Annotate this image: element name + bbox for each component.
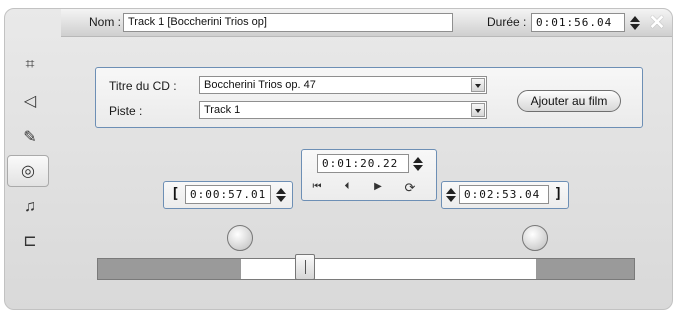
- step-back-icon[interactable]: ⏴: [340, 181, 354, 192]
- go-to-start-icon[interactable]: ⏮: [310, 181, 324, 192]
- out-point-field[interactable]: 0:02:53.04: [459, 185, 549, 204]
- spin-up-icon[interactable]: [446, 188, 456, 194]
- track-label: Piste :: [109, 104, 143, 118]
- in-point-field[interactable]: 0:00:57.01: [185, 185, 271, 204]
- title-bar: Nom : Track 1 [Boccherini Trios op] Duré…: [61, 9, 672, 37]
- out-point-spinner[interactable]: [445, 185, 457, 205]
- duration-field[interactable]: 0:01:56.04: [531, 13, 625, 32]
- plugin-icon: ⊏: [23, 233, 37, 250]
- cd-audio-panel: Nom : Track 1 [Boccherini Trios op] Duré…: [4, 8, 673, 310]
- track-value: Track 1: [204, 104, 241, 116]
- sidebar-item-music[interactable]: ♫: [13, 191, 47, 223]
- sidebar-item-video[interactable]: ⌗: [13, 49, 47, 81]
- sidebar-item-audio[interactable]: ◁: [13, 85, 47, 117]
- spin-up-icon[interactable]: [276, 188, 286, 194]
- playhead-thumb[interactable]: [294, 254, 315, 280]
- play-icon[interactable]: ▶: [371, 181, 385, 192]
- spin-up-icon[interactable]: [630, 16, 640, 22]
- current-time-field[interactable]: 0:01:20.22: [317, 154, 409, 173]
- out-point-handle[interactable]: [522, 225, 549, 251]
- sidebar-item-title[interactable]: ✎: [13, 121, 47, 153]
- in-point-handle[interactable]: [226, 225, 253, 251]
- trim-scrubber[interactable]: [97, 258, 635, 280]
- loop-icon[interactable]: ⟳: [403, 180, 417, 196]
- name-label: Nom :: [89, 15, 122, 29]
- chevron-down-icon[interactable]: [471, 78, 485, 92]
- out-bracket-icon: ]: [554, 186, 563, 202]
- spin-up-icon[interactable]: [413, 157, 423, 163]
- name-field[interactable]: Track 1 [Boccherini Trios op]: [123, 13, 453, 32]
- chevron-down-icon[interactable]: [471, 103, 485, 117]
- add-to-movie-button[interactable]: Ajouter au film: [517, 90, 621, 112]
- current-time-spinner[interactable]: [412, 154, 424, 174]
- cd-audio-icon: ◎: [21, 163, 35, 180]
- spin-down-icon[interactable]: [276, 196, 286, 202]
- video-edit-icon: ⌗: [25, 56, 35, 73]
- track-select[interactable]: Track 1: [199, 101, 487, 119]
- music-note-icon: ♫: [24, 198, 36, 215]
- duration-spinner[interactable]: [629, 13, 641, 33]
- duration-label: Durée :: [487, 15, 527, 29]
- spin-down-icon[interactable]: [446, 196, 456, 202]
- cd-title-value: Boccherini Trios op. 47: [204, 79, 316, 91]
- trim-selection: [240, 259, 537, 279]
- sidebar: ⌗ ◁ ✎ ◎ ♫ ⊏: [5, 37, 49, 297]
- sidebar-item-plugin[interactable]: ⊏: [13, 225, 47, 257]
- spin-down-icon[interactable]: [630, 24, 640, 30]
- in-bracket-icon: [: [171, 186, 180, 202]
- sidebar-item-cd-audio[interactable]: ◎: [7, 155, 49, 187]
- close-icon[interactable]: ✕: [648, 13, 666, 33]
- cd-title-select[interactable]: Boccherini Trios op. 47: [199, 76, 487, 94]
- spin-down-icon[interactable]: [413, 165, 423, 171]
- title-edit-icon: ✎: [23, 129, 37, 146]
- audio-volume-icon: ◁: [23, 93, 37, 110]
- cd-title-label: Titre du CD :: [109, 79, 177, 93]
- in-point-spinner[interactable]: [275, 185, 287, 205]
